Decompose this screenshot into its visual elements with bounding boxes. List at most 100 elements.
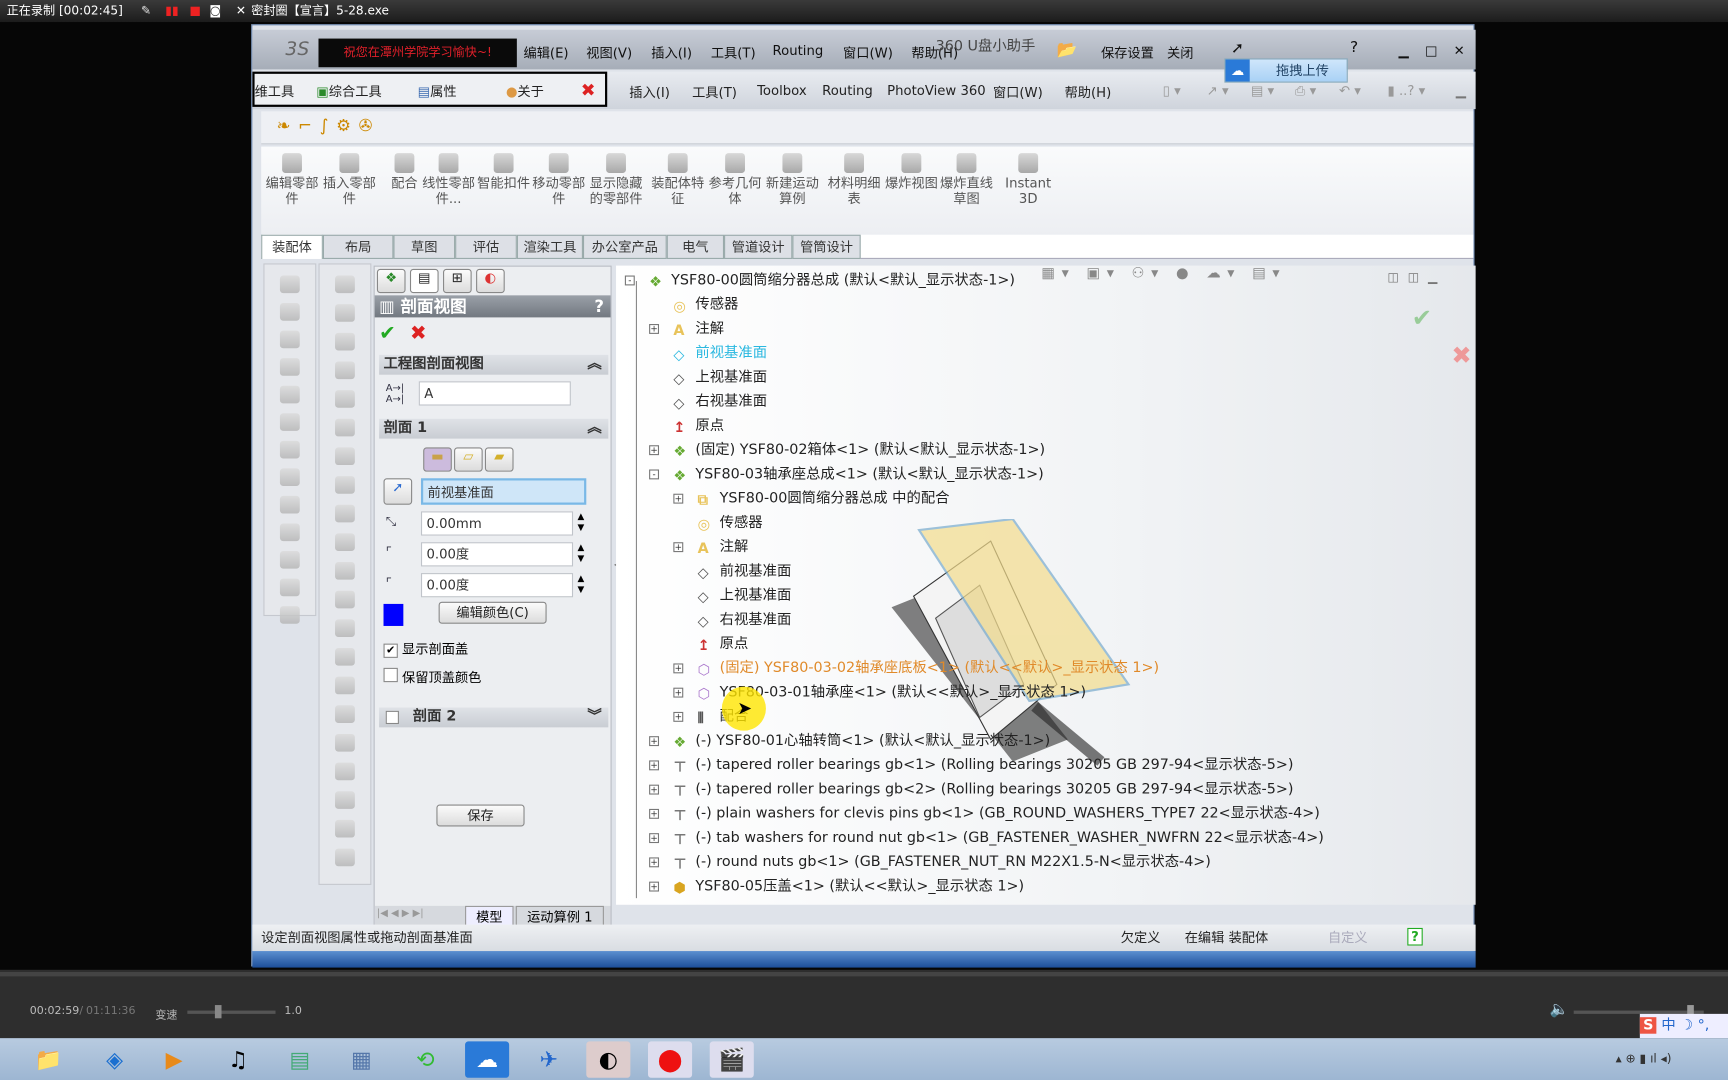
command-tab[interactable]: 草图: [393, 234, 456, 259]
toolbar-icon[interactable]: [279, 440, 300, 459]
toolbar-icon[interactable]: [335, 733, 355, 752]
tree-item[interactable]: ◇ 右视基准面: [673, 391, 767, 413]
ribbon-command[interactable]: 爆炸直线草图: [940, 153, 993, 206]
collapse-icon[interactable]: ︽: [587, 419, 601, 439]
toolbar-icon[interactable]: [279, 606, 300, 624]
ime-toolbar[interactable]: S 中 ☽ °,: [1639, 1013, 1728, 1039]
expand-icon[interactable]: +: [673, 493, 684, 504]
camera-icon[interactable]: ◙: [209, 0, 221, 22]
playback-progress-bar[interactable]: [0, 971, 1728, 977]
toolbar-icon[interactable]: [335, 390, 355, 408]
offset-spinner[interactable]: ▲ ▼: [577, 511, 584, 533]
toolbar-icon[interactable]: [279, 523, 300, 542]
ribbon-command[interactable]: 爆炸视图: [885, 153, 938, 191]
speed-slider[interactable]: [187, 1005, 276, 1019]
menu2-help[interactable]: 帮助(H): [1065, 83, 1112, 102]
confirm-corner-x-icon[interactable]: ✖: [1451, 343, 1471, 371]
display-manager-tab-icon[interactable]: ◐: [476, 268, 505, 294]
tree-item[interactable]: ◎ 传感器: [698, 512, 763, 534]
tree-item[interactable]: ◇ 右视基准面: [698, 609, 792, 631]
command-tab[interactable]: 装配体: [261, 234, 323, 259]
cancel-x-icon[interactable]: ✖: [410, 322, 427, 345]
toolbar-icon[interactable]: [335, 619, 355, 637]
expand-icon[interactable]: +: [673, 542, 684, 553]
toolbar-icon[interactable]: [335, 361, 355, 380]
tree-item[interactable]: - ❖ YSF80-03轴承座总成<1> (默认<默认_显示状态-1>): [649, 464, 1044, 486]
toolbar-icon[interactable]: [279, 385, 300, 404]
tree-item[interactable]: ◇ 上视基准面: [673, 367, 767, 389]
tree-item[interactable]: + ⬡ (固定) YSF80-03-02轴承座底板<1> (默认<<默认>_显示状态…: [673, 658, 1159, 680]
toolbar-icon[interactable]: [335, 304, 355, 322]
expand-icon[interactable]: +: [649, 833, 660, 844]
tree-item[interactable]: + ❖ (固定) YSF80-02箱体<1> (默认<默认_显示状态-1>): [649, 440, 1045, 462]
record-icon[interactable]: ⬤: [647, 1041, 693, 1078]
plane-front-icon[interactable]: ▬: [423, 447, 452, 472]
tree-item[interactable]: + ⊤ (-) round nuts gb<1> (GB_FASTENER_NUT_…: [649, 852, 1211, 874]
minimize-button[interactable]: ▁: [1398, 43, 1408, 58]
toolbar-icon[interactable]: [335, 705, 355, 723]
ribbon-command[interactable]: 智能扣件: [477, 153, 530, 191]
expand-icon[interactable]: +: [649, 784, 660, 795]
toolbar-icon[interactable]: [335, 275, 355, 294]
tab-scroll-arrows[interactable]: |◀ ◀ ▶ ▶|: [377, 908, 424, 919]
command-tab[interactable]: 管筒设计: [792, 234, 861, 259]
print-icon[interactable]: ⎙ ▾: [1295, 83, 1316, 100]
tree-item[interactable]: + ⧉ YSF80-00圆筒缩分器总成 中的配合: [673, 488, 949, 510]
menu2-toolbox[interactable]: Toolbox: [757, 83, 807, 98]
addin-tools[interactable]: 维工具: [255, 82, 295, 101]
cloud-drive-icon[interactable]: ☁: [465, 1041, 510, 1078]
command-tab[interactable]: 办公室产品: [582, 234, 667, 259]
toolbar-icon[interactable]: [279, 551, 300, 569]
stop-icon[interactable]: ■: [190, 0, 201, 22]
close-label[interactable]: 关闭: [1167, 43, 1193, 62]
angle-y-spinner[interactable]: ▲ ▼: [577, 573, 584, 595]
ribbon-command[interactable]: 材料明细表: [828, 153, 881, 206]
tree-item[interactable]: + ⊤ (-) plain washers for clevis pins gb<1…: [649, 803, 1320, 825]
feature-manager-tab-icon[interactable]: ❖: [376, 268, 406, 294]
options-icon[interactable]: ▮ ..? ▾: [1387, 83, 1425, 98]
tree-item[interactable]: + ⊤ (-) tapered roller bearings gb<2> (Rol…: [649, 779, 1293, 801]
status-custom[interactable]: 自定义: [1328, 925, 1368, 951]
section-drawing-header[interactable]: 工程图剖面视图 ︽: [379, 354, 609, 375]
explorer-icon[interactable]: 📁: [26, 1041, 70, 1077]
angle-y-input[interactable]: 0.00度: [420, 573, 574, 598]
collapse-icon[interactable]: ︽: [587, 355, 601, 375]
toolbar-icon[interactable]: [279, 578, 300, 597]
pointer-icon[interactable]: ➚: [1231, 40, 1244, 58]
tree-item[interactable]: ◇ 前视基准面: [698, 561, 792, 583]
toolbar-icon[interactable]: [279, 330, 300, 349]
command-tab[interactable]: 评估: [455, 234, 517, 259]
property-manager-tab-icon[interactable]: ▤: [409, 268, 439, 294]
reference-plane-field[interactable]: 前视基准面: [420, 478, 587, 505]
ribbon-command[interactable]: 线性零部件...: [422, 153, 475, 206]
command-tab[interactable]: 布局: [322, 234, 394, 259]
offset-distance-input[interactable]: 0.00mm: [420, 511, 574, 536]
system-tray[interactable]: ▴ ⊕ ▮ ıl ◂): [1616, 1051, 1672, 1065]
expand-icon[interactable]: +: [649, 736, 660, 747]
tree-item[interactable]: ↥ 原点: [698, 634, 749, 656]
toolbar-icon[interactable]: [335, 848, 355, 867]
menu-view[interactable]: 视图(V): [586, 43, 632, 62]
close-icon[interactable]: ✕: [236, 0, 246, 22]
toolbar-icon[interactable]: [335, 791, 355, 809]
save-icon[interactable]: ▤ ▾: [1251, 83, 1274, 98]
section1-header[interactable]: 剖面 1 ︽: [379, 418, 609, 439]
toolbar-icon[interactable]: [335, 447, 355, 466]
command-tab[interactable]: 管道设计: [724, 234, 793, 259]
minimize-doc-button[interactable]: ▁: [1456, 83, 1466, 98]
tree-item[interactable]: ◎ 传感器: [673, 294, 738, 316]
open-icon[interactable]: ↗ ▾: [1207, 83, 1229, 98]
checkbox-icon[interactable]: [383, 667, 398, 683]
routing-tool-icons[interactable]: ❧⌐∫⚙✇: [277, 116, 381, 136]
addin-about[interactable]: ●关于: [506, 82, 544, 101]
menu-routing[interactable]: Routing: [773, 43, 824, 58]
menu-window[interactable]: 窗口(W): [843, 43, 893, 62]
confirm-corner-check-icon[interactable]: ✔: [1412, 305, 1432, 333]
keep-cap-color-checkbox[interactable]: 保留顶盖颜色: [383, 667, 481, 687]
tree-item[interactable]: + A 注解: [649, 318, 724, 340]
plane-right-icon[interactable]: ▰: [484, 447, 514, 472]
toolbar-icon[interactable]: [335, 504, 355, 523]
music-app-icon[interactable]: ♫: [216, 1041, 260, 1077]
tree-item[interactable]: + ⊤ (-) tapered roller bearings gb<1> (Rol…: [649, 755, 1293, 777]
toolbar-icon[interactable]: [335, 562, 355, 580]
